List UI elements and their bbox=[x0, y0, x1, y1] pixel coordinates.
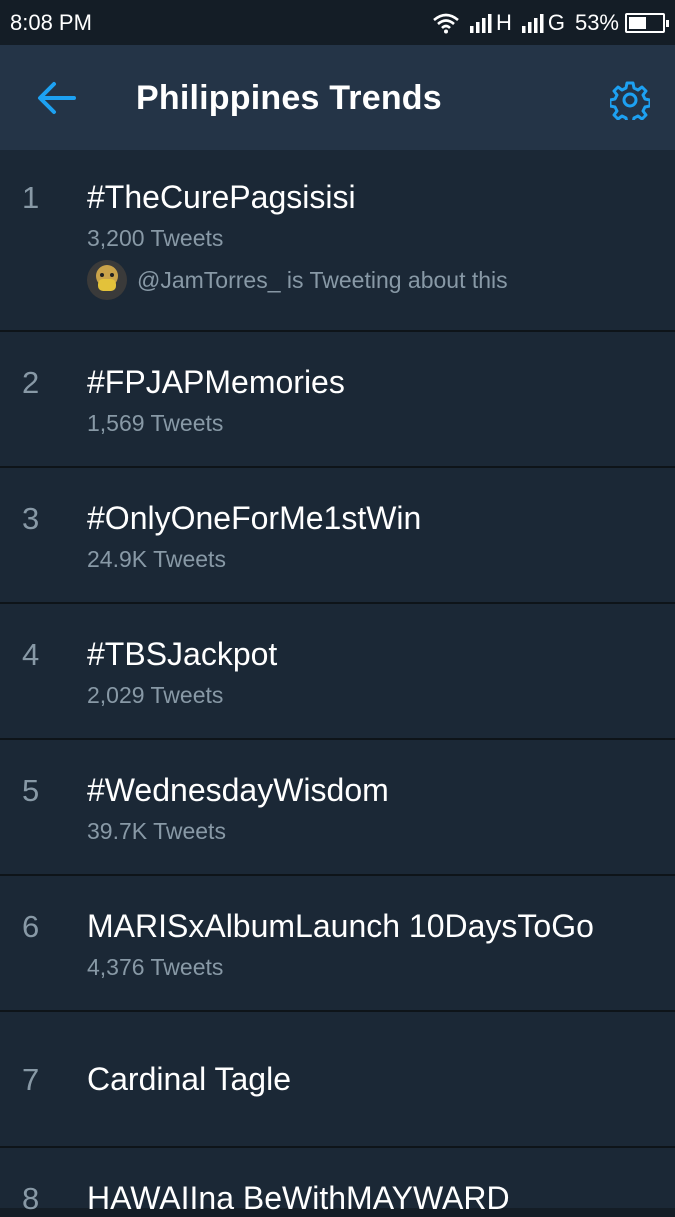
trend-item-8[interactable]: 8 HAWAIIna BeWithMAYWARD bbox=[0, 1148, 675, 1216]
status-icons: H G 53% bbox=[432, 9, 669, 36]
trend-item-3[interactable]: 3 #OnlyOneForMe1stWin 24.9K Tweets bbox=[0, 468, 675, 604]
trend-item-5[interactable]: 5 #WednesdayWisdom 39.7K Tweets bbox=[0, 740, 675, 876]
trend-item-4[interactable]: 4 #TBSJackpot 2,029 Tweets bbox=[0, 604, 675, 740]
settings-button[interactable] bbox=[605, 75, 655, 125]
trend-tweet-count: 2,029 Tweets bbox=[87, 682, 224, 708]
trend-item-1[interactable]: 1 #TheCurePagsisisi 3,200 Tweets @JamTor… bbox=[0, 150, 675, 332]
trend-name: MARISxAlbumLaunch 10DaysToGo bbox=[87, 908, 594, 944]
arrow-left-icon bbox=[38, 82, 76, 114]
trend-name: #OnlyOneForMe1stWin bbox=[87, 500, 422, 536]
signal-1: H bbox=[469, 9, 512, 36]
avatar[interactable] bbox=[87, 260, 127, 300]
page-title: Philippines Trends bbox=[136, 79, 442, 117]
trend-rank: 3 bbox=[22, 501, 40, 536]
trend-tweet-count: 39.7K Tweets bbox=[87, 818, 226, 844]
signal-bars-icon bbox=[469, 13, 492, 33]
trend-rank: 6 bbox=[22, 909, 40, 944]
trend-name: #WednesdayWisdom bbox=[87, 772, 389, 808]
network-type-1: H bbox=[495, 9, 512, 35]
battery-fill bbox=[629, 16, 646, 29]
trend-rank: 8 bbox=[22, 1181, 40, 1216]
status-time: 8:08 PM bbox=[10, 9, 92, 35]
trend-tweet-count: 4,376 Tweets bbox=[87, 954, 224, 980]
trend-item-2[interactable]: 2 #FPJAPMemories 1,569 Tweets bbox=[0, 332, 675, 468]
trend-tweet-count: 1,569 Tweets bbox=[87, 410, 224, 436]
trend-rank: 1 bbox=[22, 180, 40, 215]
app-header: Philippines Trends bbox=[0, 45, 675, 150]
trend-name: #TBSJackpot bbox=[87, 636, 278, 672]
wifi-icon bbox=[433, 13, 459, 33]
signal-2: G bbox=[521, 9, 565, 36]
trend-rank: 7 bbox=[22, 1062, 40, 1097]
battery-percent: 53% bbox=[574, 9, 619, 35]
avatar-image bbox=[87, 260, 127, 300]
status-bar: 8:08 PM H G 53% bbox=[0, 0, 675, 45]
trend-item-6[interactable]: 6 MARISxAlbumLaunch 10DaysToGo 4,376 Twe… bbox=[0, 876, 675, 1012]
network-type-2: G bbox=[547, 9, 565, 35]
battery: 53% bbox=[574, 9, 669, 36]
back-button[interactable] bbox=[28, 75, 84, 121]
trend-tweet-count: 3,200 Tweets bbox=[87, 225, 224, 251]
signal-bars-icon bbox=[521, 13, 544, 33]
trend-item-7[interactable]: 7 Cardinal Tagle bbox=[0, 1012, 675, 1148]
gear-icon bbox=[610, 81, 650, 120]
trend-name: HAWAIIna BeWithMAYWARD bbox=[87, 1180, 510, 1216]
trend-name: #TheCurePagsisisi bbox=[87, 179, 356, 215]
trend-context: @JamTorres_ is Tweeting about this bbox=[87, 260, 508, 300]
battery-icon bbox=[625, 12, 669, 33]
trend-name: Cardinal Tagle bbox=[87, 1061, 291, 1097]
trend-rank: 2 bbox=[22, 365, 40, 400]
trend-context-text: @JamTorres_ is Tweeting about this bbox=[137, 266, 508, 293]
trend-name: #FPJAPMemories bbox=[87, 364, 345, 400]
trend-rank: 4 bbox=[22, 637, 40, 672]
trend-rank: 5 bbox=[22, 773, 40, 808]
trend-tweet-count: 24.9K Tweets bbox=[87, 546, 226, 572]
trend-list: 1 #TheCurePagsisisi 3,200 Tweets @JamTor… bbox=[0, 150, 675, 1216]
